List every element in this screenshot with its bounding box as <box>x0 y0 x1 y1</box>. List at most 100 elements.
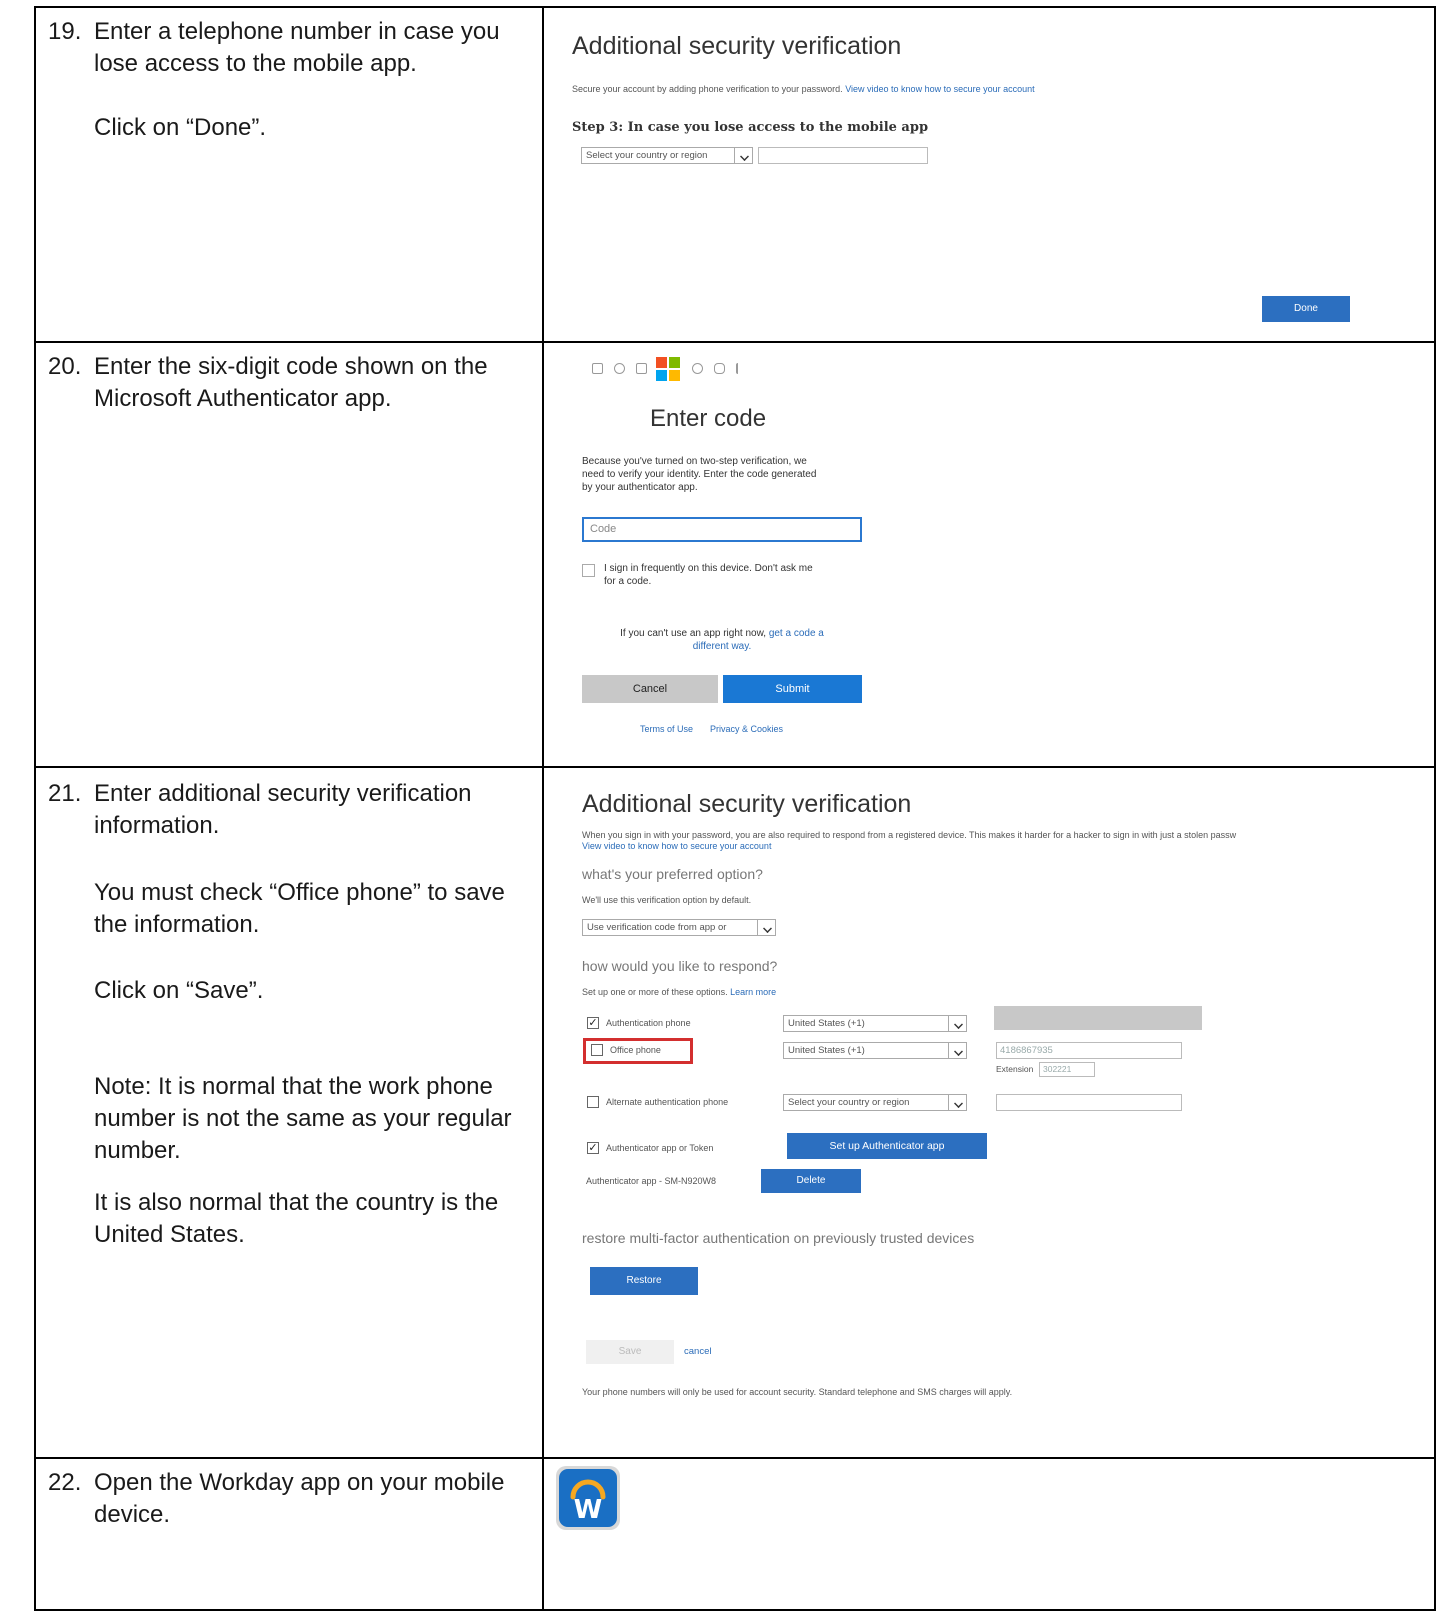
logo-square <box>656 370 667 381</box>
footer-note: Your phone numbers will only be used for… <box>582 1387 1013 1397</box>
intro-text: When you sign in with your password, you… <box>582 830 1236 852</box>
done-button[interactable]: Done <box>1262 296 1350 322</box>
step-number: 22. <box>48 1469 82 1496</box>
step-number: 20. <box>48 353 82 380</box>
step-line: Enter additional security verification <box>94 780 472 807</box>
bing-icon <box>736 363 747 374</box>
step-line: Enter the six-digit code shown on the <box>94 353 488 380</box>
microsoft-app-bar <box>584 357 864 381</box>
setup-authenticator-button[interactable]: Set up Authenticator app <box>787 1133 987 1159</box>
auth-app-label: Authenticator app or Token <box>606 1143 714 1153</box>
onedrive-icon <box>614 363 625 374</box>
subtitle: Secure your account by adding phone veri… <box>572 84 1035 94</box>
step-19-text: 19. Enter a telephone number in case you… <box>36 16 542 336</box>
office-phone-checkbox[interactable] <box>591 1044 603 1056</box>
step-22-text: 22. Open the Workday app on your mobile … <box>36 1467 542 1587</box>
step-21-text: 21. Enter additional security verificati… <box>36 778 542 1448</box>
restore-heading: restore multi-factor authentication on p… <box>582 1230 975 1246</box>
description-line: Because you've turned on two-step verifi… <box>582 456 807 467</box>
step-line: the information. <box>94 911 260 938</box>
step-line: United States. <box>94 1221 245 1248</box>
step-line: Microsoft Authenticator app. <box>94 385 392 412</box>
privacy-link[interactable]: Privacy & Cookies <box>710 724 783 734</box>
chevron-down-icon <box>757 920 775 935</box>
office-phone-country-select[interactable]: United States (+1) <box>783 1042 967 1059</box>
cancel-button[interactable]: Cancel <box>582 675 718 703</box>
page-title: Additional security verification <box>582 790 912 818</box>
office-phone-label: Office phone <box>610 1045 661 1055</box>
restore-button[interactable]: Restore <box>590 1267 698 1295</box>
step-number: 21. <box>48 780 82 807</box>
auth-phone-checkbox[interactable]: ✓ <box>587 1017 599 1029</box>
alternate-link[interactable]: get a code a <box>769 628 824 639</box>
remember-device-label: I sign in frequently on this device. Don… <box>604 562 813 588</box>
office-phone-number-input[interactable]: 4186867935 <box>996 1042 1182 1059</box>
auth-phone-country-value: United States (+1) <box>788 1018 865 1029</box>
logo-square <box>669 357 680 368</box>
auth-phone-country-select[interactable]: United States (+1) <box>783 1015 967 1032</box>
step-line: It is also normal that the country is th… <box>94 1189 499 1216</box>
learn-more-link[interactable]: Learn more <box>730 987 776 997</box>
subtitle-text: Secure your account by adding phone veri… <box>572 84 843 94</box>
outlook-icon <box>714 363 725 374</box>
video-link[interactable]: View video to know how to secure your ac… <box>582 841 1236 852</box>
alt-phone-country-select[interactable]: Select your country or region <box>783 1094 967 1111</box>
step-line: You must check “Office phone” to save <box>94 879 505 906</box>
chevron-down-icon <box>948 1016 966 1031</box>
chevron-down-icon <box>948 1043 966 1058</box>
remember-line: for a code. <box>604 576 652 587</box>
save-button[interactable]: Save <box>586 1340 674 1364</box>
respond-heading: how would you like to respond? <box>582 958 778 974</box>
cancel-link[interactable]: cancel <box>684 1346 711 1357</box>
extension-input[interactable]: 302221 <box>1039 1062 1095 1077</box>
alt-phone-checkbox[interactable] <box>587 1096 599 1108</box>
workday-letter: W <box>573 1495 603 1525</box>
description-line: need to verify your identity. Enter the … <box>582 469 817 480</box>
country-select-value: Select your country or region <box>586 150 708 161</box>
auth-phone-number-redacted <box>994 1006 1202 1030</box>
instruction-table: 19. Enter a telephone number in case you… <box>34 6 1436 1611</box>
phone-number-input[interactable] <box>758 147 928 164</box>
preferred-option-select[interactable]: Use verification code from app or <box>582 919 776 936</box>
row-divider <box>36 341 1434 343</box>
chevron-down-icon <box>948 1095 966 1110</box>
video-link[interactable]: View video to know how to secure your ac… <box>845 84 1034 94</box>
screenshot-step-20: Enter code Because you've turned on two-… <box>546 345 1434 763</box>
extension-label: Extension <box>996 1064 1034 1074</box>
skype-icon <box>636 363 647 374</box>
intro-line: When you sign in with your password, you… <box>582 830 1237 840</box>
workday-app-icon[interactable]: W <box>556 1466 620 1530</box>
device-label: Authenticator app - SM-N920W8 <box>586 1176 717 1186</box>
step-number: 19. <box>48 18 82 45</box>
step-20-text: 20. Enter the six-digit code shown on th… <box>36 351 542 751</box>
country-select[interactable]: Select your country or region <box>581 147 753 164</box>
remember-device-checkbox[interactable] <box>582 564 595 577</box>
respond-note-text: Set up one or more of these options. <box>582 987 728 997</box>
step-line: Click on “Save”. <box>94 977 264 1004</box>
auth-app-checkbox[interactable]: ✓ <box>587 1142 599 1154</box>
remember-line: I sign in frequently on this device. Don… <box>604 563 813 574</box>
screenshot-step-22: W <box>550 1460 650 1540</box>
step-heading: Step 3: In case you lose access to the m… <box>572 120 929 135</box>
alt-phone-number-input[interactable] <box>996 1094 1182 1111</box>
preferred-note: We'll use this verification option by de… <box>582 895 752 905</box>
screenshot-step-21: Additional security verification When yo… <box>546 770 1434 1455</box>
description-line: by your authenticator app. <box>582 482 698 493</box>
logo-square <box>669 370 680 381</box>
microsoft-logo-icon <box>656 357 680 381</box>
submit-button[interactable]: Submit <box>723 675 862 703</box>
step-line: information. <box>94 812 220 839</box>
code-input[interactable]: Code <box>582 517 862 542</box>
row-divider <box>36 766 1434 768</box>
enter-code-title: Enter code <box>650 405 767 432</box>
xbox-icon <box>692 363 703 374</box>
delete-device-button[interactable]: Delete <box>761 1169 861 1193</box>
step-line: device. <box>94 1501 171 1528</box>
office-icon <box>592 363 603 374</box>
alternate-link[interactable]: different way. <box>693 641 752 652</box>
preferred-heading: what's your preferred option? <box>582 866 763 882</box>
terms-link[interactable]: Terms of Use <box>640 724 693 734</box>
office-phone-country-value: United States (+1) <box>788 1045 865 1056</box>
step-line: lose access to the mobile app. <box>94 50 417 77</box>
step-line: Enter a telephone number in case you <box>94 18 500 45</box>
